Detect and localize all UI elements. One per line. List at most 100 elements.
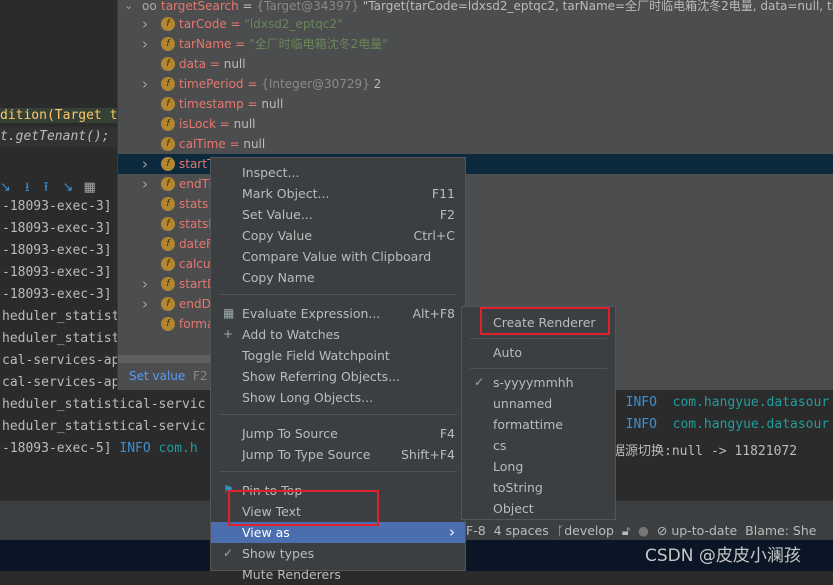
log-line: heduler_statist: [2, 309, 120, 324]
variable-name: tarCode: [179, 17, 227, 31]
field-icon: f: [161, 37, 175, 51]
variable-value: null: [233, 117, 256, 131]
log-line: heduler_statistical-servic: [2, 397, 206, 412]
menu-item-inspect[interactable]: Inspect...: [211, 162, 465, 183]
variable-name: calcul: [179, 257, 214, 271]
variable-row[interactable]: › f tarCode = "ldxsd2_eptqc2": [118, 14, 833, 34]
log-line: -18093-exec-3]: [2, 243, 112, 258]
menu-item-jump-to-type-source[interactable]: Jump To Type Source Shift+F4: [211, 444, 465, 465]
menu-item-compare-value-with-clipboard[interactable]: Compare Value with Clipboard: [211, 246, 465, 267]
field-icon: f: [161, 297, 175, 311]
variable-name: calTime: [179, 137, 226, 151]
variable-name: isLock: [179, 117, 216, 131]
vcs-status-icon: ⊘: [656, 523, 668, 538]
variable-row[interactable]: f data = null: [118, 54, 833, 74]
renderer-item[interactable]: Object: [462, 498, 615, 519]
variable-name: endTi: [179, 177, 212, 191]
variable-name: timestamp: [179, 97, 244, 111]
warning-icon[interactable]: ●: [638, 523, 649, 538]
variable-value: "全厂时临电箱沈冬2电量": [249, 37, 388, 51]
log-line: -18093-exec-3]: [2, 199, 112, 214]
renderer-item[interactable]: ✓ s-yyyymmhh: [462, 372, 615, 393]
step-out-icon[interactable]: ⭱: [44, 180, 49, 195]
log-line: -18093-exec-3]: [2, 265, 112, 280]
log-line: 据源切换:null -> 11821072: [612, 444, 798, 459]
expand-chevron-icon[interactable]: ›: [142, 154, 148, 174]
menu-separator: [219, 414, 457, 415]
renderer-item[interactable]: Long: [462, 456, 615, 477]
menu-separator: [470, 368, 607, 369]
add-watch-icon: +: [223, 327, 234, 341]
annotation-box: [228, 490, 379, 526]
renderer-item[interactable]: formattime: [462, 414, 615, 435]
variable-name: dateF: [179, 237, 213, 251]
log-line: cal-services-ap: [2, 375, 120, 390]
renderer-item[interactable]: toString: [462, 477, 615, 498]
log-line: | INFO com.hangyue.datasour: [610, 417, 830, 432]
run-to-cursor-icon[interactable]: ↘: [62, 180, 73, 195]
log-line: heduler_statist: [2, 331, 120, 346]
menu-item-add-to-watches[interactable]: + Add to Watches: [211, 324, 465, 345]
menu-separator: [219, 471, 457, 472]
checkmark-icon: ✓: [223, 546, 234, 560]
variable-value: null: [261, 97, 284, 111]
chevron-right-icon: ›: [449, 523, 455, 541]
step-into-icon[interactable]: ⭳: [25, 180, 30, 195]
variable-name: data: [179, 57, 207, 71]
annotation-box: [480, 307, 610, 335]
variable-value: 2: [373, 77, 382, 91]
menu-item-mark-object[interactable]: Mark Object... F11: [211, 183, 465, 204]
vcs-status[interactable]: up-to-date: [671, 523, 737, 538]
lock-icon[interactable]: 🔓︎: [622, 523, 630, 538]
encoding[interactable]: F-8: [466, 523, 486, 538]
menu-item-toggle-field-watchpoint[interactable]: Toggle Field Watchpoint: [211, 345, 465, 366]
expand-chevron-icon[interactable]: ›: [142, 14, 148, 34]
code-editor[interactable]: dition(Target t t.getTenant();: [0, 0, 118, 175]
step-over-icon[interactable]: ↘: [0, 180, 11, 195]
menu-item-evaluate-expression[interactable]: ▦ Evaluate Expression... Alt+F8: [211, 303, 465, 324]
variable-row[interactable]: f isLock = null: [118, 114, 833, 134]
field-icon: f: [161, 157, 175, 171]
renderer-auto-item[interactable]: Auto: [462, 342, 615, 363]
menu-item-show-types[interactable]: ✓ Show types: [211, 543, 465, 564]
log-line: heduler_statistical-servic: [2, 419, 206, 434]
variable-name: stats: [179, 197, 209, 211]
field-icon: f: [161, 277, 175, 291]
evaluate-icon[interactable]: ▦: [84, 180, 96, 195]
menu-item-copy-name[interactable]: Copy Name: [211, 267, 465, 288]
variable-row[interactable]: f timestamp = null: [118, 94, 833, 114]
branch[interactable]: develop: [564, 523, 614, 538]
menu-item-set-value[interactable]: Set Value... F2: [211, 204, 465, 225]
menu-separator: [470, 338, 607, 339]
expand-chevron-icon[interactable]: ›: [142, 274, 148, 294]
menu-item-copy-value[interactable]: Copy Value Ctrl+C: [211, 225, 465, 246]
variable-name: endD: [179, 297, 211, 311]
renderer-item[interactable]: cs: [462, 435, 615, 456]
variable-row[interactable]: › f tarName = "全厂时临电箱沈冬2电量": [118, 34, 833, 54]
menu-item-jump-to-source[interactable]: Jump To Source F4: [211, 423, 465, 444]
view-as-submenu[interactable]: Create Renderer Auto ✓ s-yyyymmhh unnamed for…: [461, 306, 616, 520]
field-icon: f: [161, 237, 175, 251]
variable-row[interactable]: f calTime = null: [118, 134, 833, 154]
variable-row[interactable]: › f timePeriod = {Integer@30729} 2: [118, 74, 833, 94]
expand-chevron-icon[interactable]: ›: [142, 34, 148, 54]
menu-item-show-referring-objects[interactable]: Show Referring Objects...: [211, 366, 465, 387]
renderer-item[interactable]: unnamed: [462, 393, 615, 414]
field-icon: f: [161, 57, 175, 71]
variable-name: tarName: [179, 37, 232, 51]
expand-chevron-icon[interactable]: ›: [142, 174, 148, 194]
menu-item-show-long-objects[interactable]: Show Long Objects...: [211, 387, 465, 408]
calculator-icon: ▦: [223, 306, 235, 320]
menu-item-mute-renderers[interactable]: Mute Renderers: [211, 564, 465, 585]
expand-chevron-icon[interactable]: ›: [142, 74, 148, 94]
indent[interactable]: 4 spaces: [494, 523, 549, 538]
field-icon: f: [161, 217, 175, 231]
log-line: | INFO com.hangyue.datasour: [610, 395, 830, 410]
menu-separator: [219, 294, 457, 295]
field-icon: f: [161, 77, 175, 91]
debug-toolbar: ↘ ⭳ ⭱ ↘ ▦: [0, 178, 117, 198]
field-icon: f: [161, 197, 175, 211]
blame[interactable]: Blame: She: [745, 523, 816, 538]
field-icon: f: [161, 117, 175, 131]
expand-chevron-icon[interactable]: ›: [142, 294, 148, 314]
